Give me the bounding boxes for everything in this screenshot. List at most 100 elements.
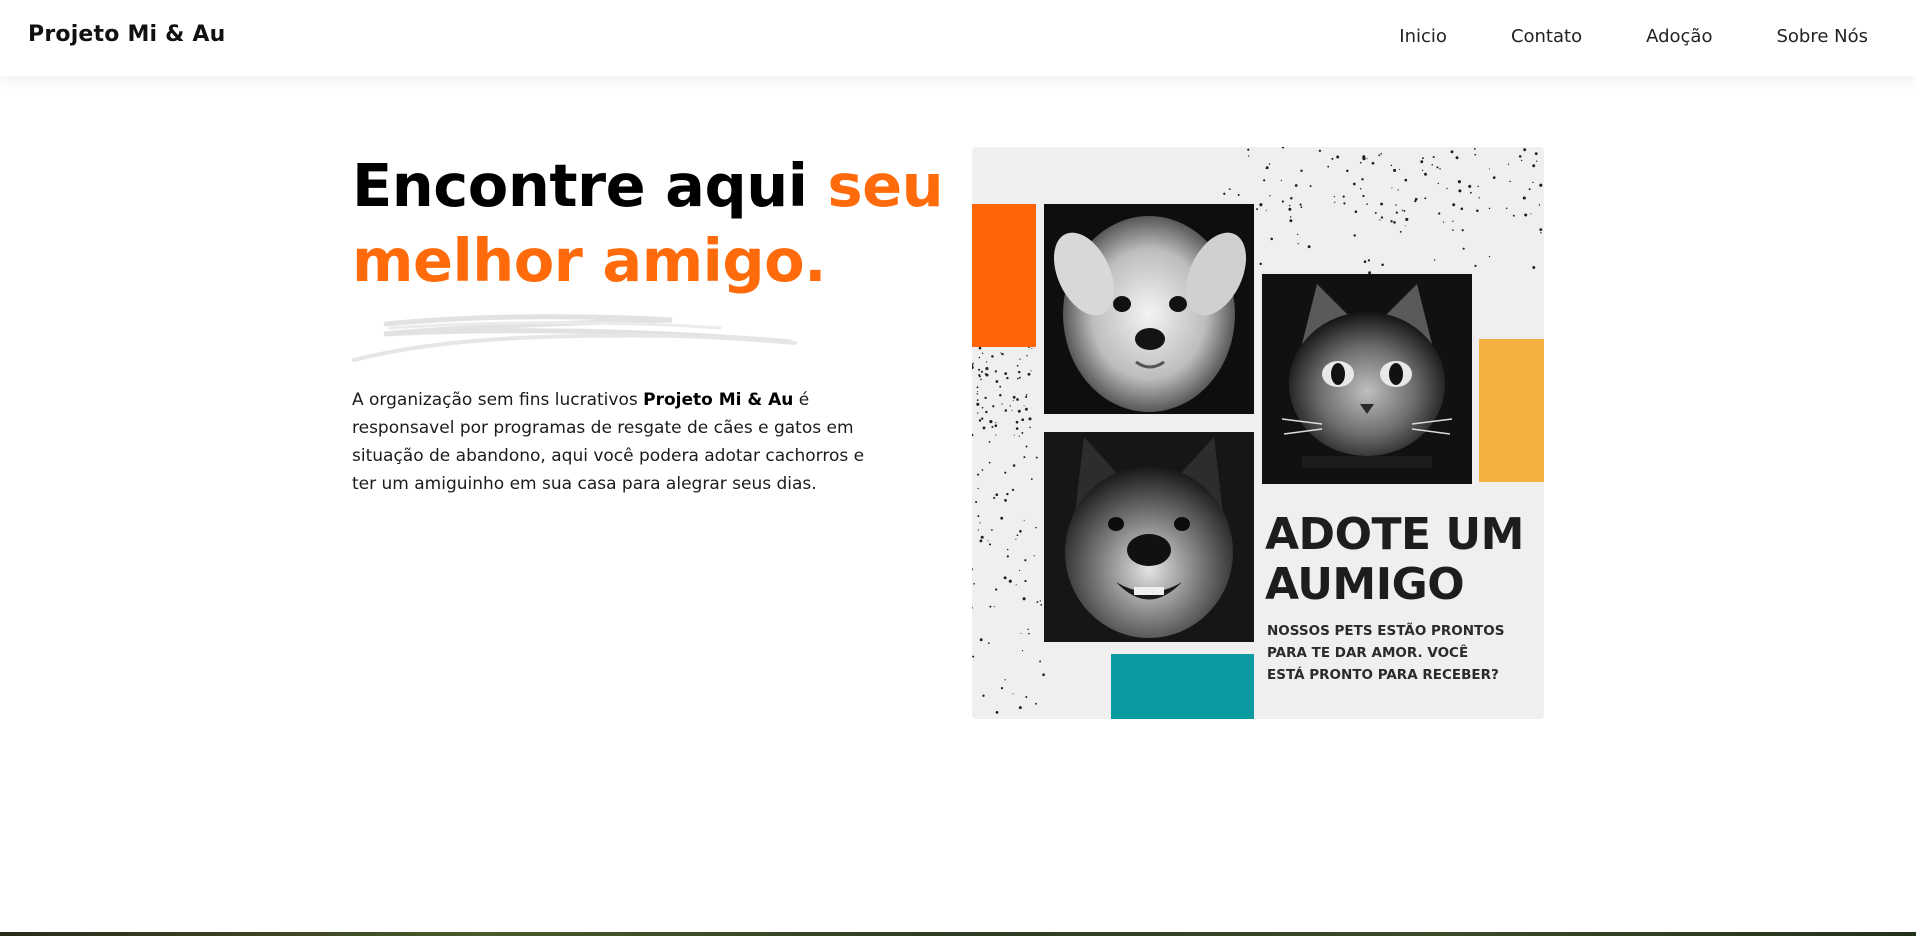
speckle-dot <box>995 493 999 497</box>
speckle-dot <box>978 368 981 371</box>
speckle-dot <box>987 642 990 644</box>
speckle-dot <box>1259 262 1262 266</box>
speckle-dot <box>1352 182 1356 186</box>
speckle-dot <box>1033 555 1035 557</box>
speckle-dot <box>978 346 982 350</box>
speckle-dot <box>1028 632 1030 635</box>
speckle-dot <box>1034 702 1037 705</box>
speckle-dot <box>1023 456 1026 459</box>
speckle-dot <box>1518 155 1522 158</box>
speckle-dot <box>1042 673 1045 677</box>
speckle-dot <box>1366 158 1368 160</box>
speckle-dot <box>987 540 989 542</box>
speckle-dot <box>1011 409 1013 411</box>
intro-text-start: A organização sem fins lucrativos <box>352 390 644 410</box>
speckle-dot <box>1021 650 1024 652</box>
speckle-dot <box>991 355 994 358</box>
brand-logo[interactable]: Projeto Mi & Au <box>28 22 225 47</box>
speckle-dot <box>1473 148 1476 150</box>
speckle-dot <box>1026 354 1028 357</box>
speckle-dot <box>1021 418 1025 422</box>
speckle-dot <box>1028 417 1032 421</box>
speckle-dot <box>1019 529 1022 533</box>
speckle-dot <box>1009 405 1011 407</box>
speckle-dot <box>980 370 984 373</box>
poster-subtitle: NOSSOS PETS ESTÃO PRONTOS PARA TE DAR AM… <box>1267 623 1505 683</box>
speckle-dot <box>995 380 999 383</box>
speckle-dot <box>1450 150 1454 154</box>
speckle-dot <box>980 378 982 381</box>
speckle-dot <box>979 522 981 524</box>
cat-illustration <box>1262 274 1472 484</box>
speckle-dot <box>1004 471 1007 474</box>
speckle-dot <box>972 568 973 571</box>
speckle-dot <box>1354 210 1358 213</box>
speckle-dot <box>1223 192 1226 195</box>
speckle-dot <box>980 535 984 539</box>
nav-link-sobre-nos[interactable]: Sobre Nós <box>1776 26 1868 47</box>
navbar: Projeto Mi & Au Inicio Contato Adoção So… <box>0 0 1916 76</box>
speckle-dot <box>1019 569 1021 572</box>
speckle-dot <box>1507 163 1510 165</box>
speckle-dot <box>1006 376 1009 380</box>
speckle-dot <box>1004 409 1008 412</box>
speckle-dot <box>976 402 980 406</box>
speckle-dot <box>1488 207 1491 210</box>
nav-link-inicio[interactable]: Inicio <box>1399 26 1447 47</box>
speckle-dot <box>976 393 979 395</box>
dog-shepherd-photo <box>1044 432 1254 642</box>
speckle-dot <box>1003 576 1007 580</box>
speckle-dot <box>1297 233 1299 236</box>
speckle-dot <box>1399 168 1401 170</box>
speckle-dot <box>1288 207 1292 211</box>
speckle-dot <box>1015 427 1019 430</box>
scribble-underline-decoration <box>352 314 797 362</box>
speckle-dot <box>985 373 989 377</box>
speckle-dot <box>1474 264 1477 267</box>
speckle-dot <box>1012 399 1014 402</box>
speckle-dot <box>1523 148 1527 152</box>
nav-link-contato[interactable]: Contato <box>1511 26 1582 47</box>
speckle-dot <box>1536 160 1538 162</box>
speckle-dot <box>1269 195 1271 197</box>
dog-terrier-illustration <box>1044 204 1254 414</box>
intro-paragraph: A organização sem fins lucrativos Projet… <box>352 386 892 498</box>
speckle-dot <box>972 362 974 365</box>
speckle-dot <box>1039 660 1042 663</box>
speckle-dot <box>1297 242 1299 245</box>
speckle-dot <box>1539 183 1543 187</box>
speckle-dot <box>1016 364 1019 367</box>
speckle-dot <box>1534 152 1538 156</box>
speckle-dot <box>1462 247 1465 250</box>
poster-title: ADOTE UM AUMIGO <box>1265 509 1524 610</box>
nav-link-adocao[interactable]: Adoção <box>1646 26 1712 47</box>
speckle-dot <box>1268 163 1271 165</box>
speckle-dot <box>1016 534 1019 537</box>
speckle-dot <box>1420 160 1424 164</box>
speckle-dot <box>1309 185 1312 188</box>
speckle-dot <box>1446 187 1448 190</box>
speckle-dot <box>1371 161 1375 165</box>
speckle-dot <box>1532 181 1534 184</box>
speckle-dot <box>1318 149 1322 152</box>
speckle-dot <box>1237 193 1240 197</box>
speckle-dot <box>1040 604 1043 606</box>
speckle-dot <box>1359 187 1362 190</box>
speckle-dot <box>1522 196 1526 200</box>
speckle-dot <box>994 424 998 428</box>
speckle-dot <box>972 433 974 437</box>
speckle-dot <box>1505 207 1508 209</box>
speckle-dot <box>1030 478 1033 480</box>
speckle-dot <box>1015 420 1019 424</box>
speckle-dot <box>1023 519 1025 521</box>
speckle-dot <box>1458 189 1462 193</box>
speckle-dot <box>1452 203 1456 207</box>
speckle-dot <box>1300 169 1303 173</box>
speckle-dot <box>1401 209 1404 211</box>
speckle-dot <box>1015 584 1017 586</box>
speckle-dot <box>1346 169 1349 173</box>
speckle-dot <box>1470 191 1472 194</box>
speckle-dot <box>1025 445 1028 448</box>
speckle-dot <box>1366 203 1368 205</box>
adoption-poster: ADOTE UM AUMIGO NOSSOS PETS ESTÃO PRONTO… <box>972 147 1544 719</box>
